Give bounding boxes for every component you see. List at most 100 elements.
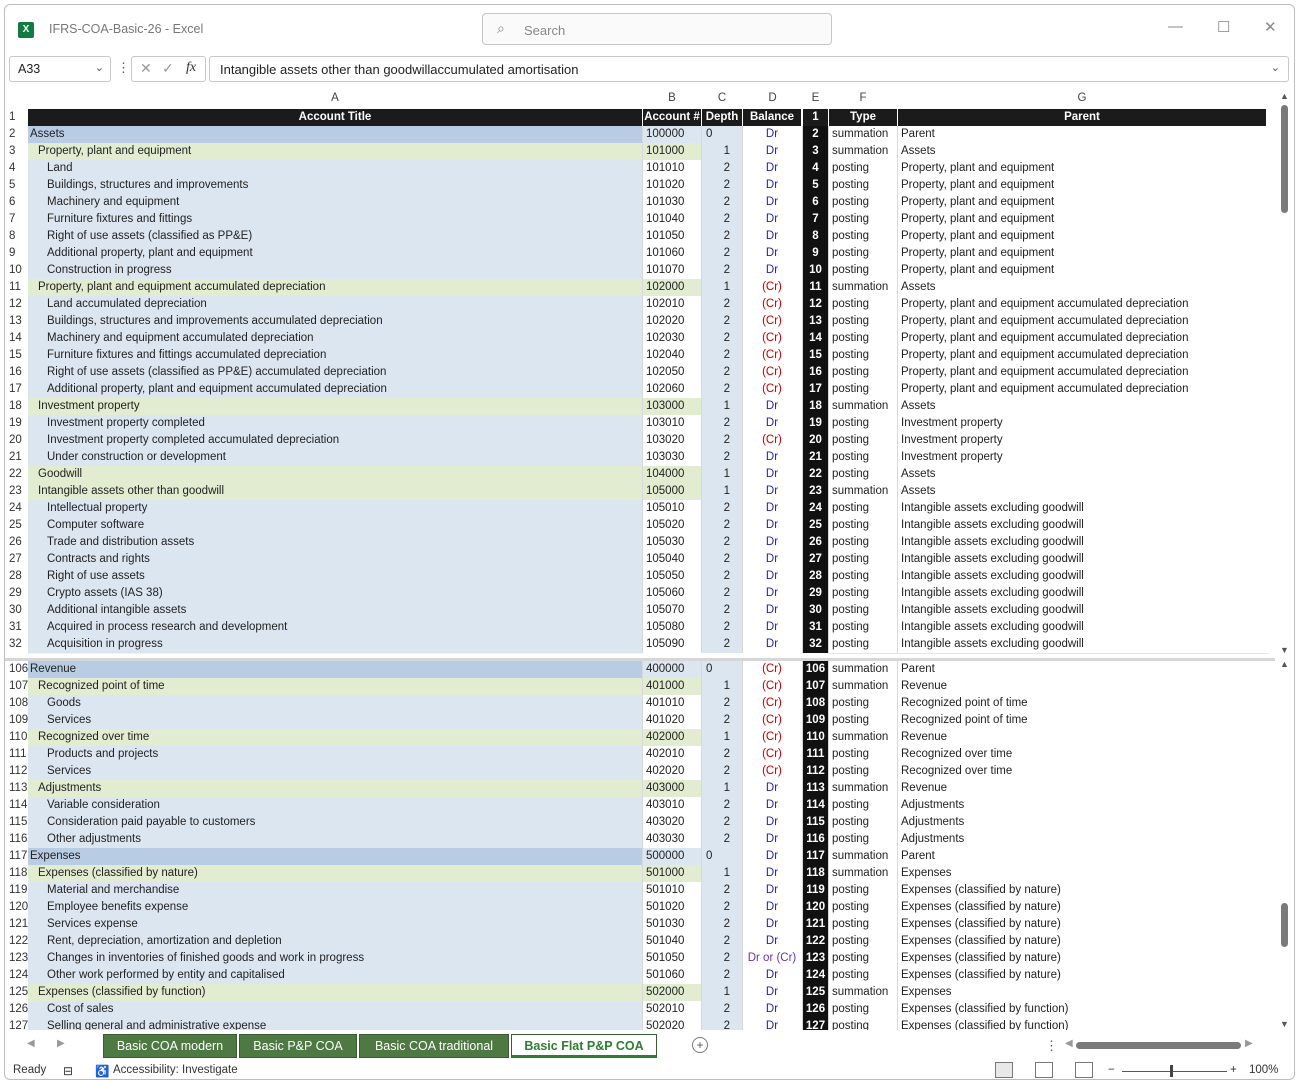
accessibility-icon[interactable]: ♿ (95, 1064, 109, 1078)
account-number-cell[interactable]: 105070 (643, 602, 704, 619)
type-cell[interactable]: posting (829, 364, 900, 382)
e-cell[interactable]: 12 (803, 296, 828, 313)
parent-cell[interactable]: Expenses (classified by nature) (898, 950, 1269, 968)
e-cell[interactable]: 22 (803, 466, 828, 483)
zoom-slider-thumb[interactable] (1170, 1065, 1173, 1077)
account-title-cell[interactable]: Cost of sales (28, 1001, 642, 1019)
depth-cell[interactable]: 1 (702, 143, 742, 160)
type-cell[interactable]: posting (829, 882, 900, 900)
scroll-down-icon[interactable]: ▼ (1280, 645, 1289, 655)
accessibility-status[interactable]: Accessibility: Investigate (113, 1064, 238, 1076)
balance-cell[interactable]: Dr (743, 415, 801, 432)
depth-cell[interactable]: 2 (702, 364, 742, 381)
header-e[interactable]: 1 (803, 109, 828, 126)
type-cell[interactable]: posting (829, 262, 900, 280)
account-title-cell[interactable]: Furniture fixtures and fittings (28, 211, 642, 229)
type-cell[interactable]: posting (829, 296, 900, 314)
account-number-cell[interactable]: 102060 (643, 381, 704, 398)
type-cell[interactable]: posting (829, 415, 900, 433)
parent-cell[interactable]: Expenses (classified by nature) (898, 899, 1269, 917)
type-cell[interactable]: posting (829, 160, 900, 178)
account-title-cell[interactable]: Variable consideration (28, 797, 642, 815)
type-cell[interactable]: posting (829, 449, 900, 467)
account-number-cell[interactable]: 403010 (643, 797, 704, 814)
depth-cell[interactable]: 2 (702, 313, 742, 330)
depth-cell[interactable]: 2 (702, 933, 742, 950)
header-account-number[interactable]: Account # (643, 109, 701, 126)
tab-prev-icon[interactable]: ◀ (27, 1038, 35, 1049)
balance-cell[interactable]: Dr (743, 797, 801, 814)
depth-cell[interactable]: 2 (702, 551, 742, 568)
parent-cell[interactable]: Intangible assets excluding goodwill (898, 551, 1269, 569)
balance-cell[interactable]: Dr (743, 177, 801, 194)
account-title-cell[interactable]: Additional property, plant and equipment (28, 245, 642, 263)
account-title-cell[interactable]: Machinery and equipment (28, 194, 642, 212)
account-title-cell[interactable]: Additional property, plant and equipment… (28, 381, 642, 399)
balance-cell[interactable]: (Cr) (743, 746, 801, 763)
account-title-cell[interactable]: Services (28, 763, 642, 781)
account-number-cell[interactable]: 105040 (643, 551, 704, 568)
balance-cell[interactable]: (Cr) (743, 279, 801, 296)
account-title-cell[interactable]: Buildings, structures and improvements a… (28, 313, 642, 331)
balance-cell[interactable]: Dr (743, 262, 801, 279)
e-cell[interactable]: 6 (803, 194, 828, 211)
minimize-icon[interactable]: — (1168, 18, 1183, 35)
account-title-cell[interactable]: Selling general and administrative expen… (28, 1018, 642, 1030)
parent-cell[interactable]: Expenses (classified by function) (898, 1001, 1269, 1019)
type-cell[interactable]: posting (829, 712, 900, 730)
e-cell[interactable]: 21 (803, 449, 828, 466)
account-number-cell[interactable]: 101040 (643, 211, 704, 228)
macro-record-icon[interactable]: ⊟ (63, 1064, 73, 1078)
parent-cell[interactable]: Parent (898, 126, 1269, 144)
scroll-thumb[interactable] (1281, 105, 1288, 213)
account-number-cell[interactable]: 105090 (643, 636, 704, 653)
parent-cell[interactable]: Expenses (898, 865, 1269, 883)
type-cell[interactable]: posting (829, 347, 900, 365)
type-cell[interactable]: summation (829, 848, 900, 866)
e-cell[interactable]: 110 (803, 729, 828, 746)
account-title-cell[interactable]: Property, plant and equipment (28, 143, 642, 161)
depth-cell[interactable]: 1 (702, 678, 742, 695)
cancel-icon[interactable]: ✕ (140, 60, 152, 77)
search-box[interactable]: ⌕ Search (482, 13, 832, 45)
depth-cell[interactable]: 2 (702, 160, 742, 177)
account-title-cell[interactable]: Contracts and rights (28, 551, 642, 569)
balance-cell[interactable]: (Cr) (743, 296, 801, 313)
fx-icon[interactable]: fx (186, 60, 196, 76)
account-number-cell[interactable]: 102010 (643, 296, 704, 313)
depth-cell[interactable]: 2 (702, 228, 742, 245)
e-cell[interactable]: 9 (803, 245, 828, 262)
close-icon[interactable]: ✕ (1264, 18, 1277, 36)
depth-cell[interactable]: 2 (702, 636, 742, 653)
column-header-d[interactable]: D (743, 92, 802, 108)
type-cell[interactable]: posting (829, 797, 900, 815)
parent-cell[interactable]: Property, plant and equipment accumulate… (898, 296, 1269, 314)
balance-cell[interactable]: Dr (743, 568, 801, 585)
balance-cell[interactable]: Dr (743, 882, 801, 899)
type-cell[interactable]: summation (829, 398, 900, 416)
e-cell[interactable]: 112 (803, 763, 828, 780)
header-parent[interactable]: Parent (898, 109, 1266, 127)
e-cell[interactable]: 26 (803, 534, 828, 551)
account-number-cell[interactable]: 403000 (643, 780, 704, 797)
account-number-cell[interactable]: 401000 (643, 678, 704, 695)
parent-cell[interactable]: Expenses (898, 984, 1269, 1002)
account-title-cell[interactable]: Other adjustments (28, 831, 642, 849)
depth-cell[interactable]: 2 (702, 585, 742, 602)
parent-cell[interactable]: Property, plant and equipment accumulate… (898, 330, 1269, 348)
maximize-icon[interactable]: ☐ (1217, 18, 1230, 36)
parent-cell[interactable]: Property, plant and equipment (898, 160, 1269, 178)
account-number-cell[interactable]: 402000 (643, 729, 704, 746)
depth-cell[interactable]: 2 (702, 899, 742, 916)
account-number-cell[interactable]: 501000 (643, 865, 704, 882)
parent-cell[interactable]: Property, plant and equipment accumulate… (898, 381, 1269, 399)
type-cell[interactable]: posting (829, 194, 900, 212)
name-box[interactable]: A33 ⌄ (9, 56, 111, 82)
type-cell[interactable]: posting (829, 1001, 900, 1019)
parent-cell[interactable]: Revenue (898, 678, 1269, 696)
e-cell[interactable]: 14 (803, 330, 828, 347)
parent-cell[interactable]: Property, plant and equipment accumulate… (898, 364, 1269, 382)
parent-cell[interactable]: Intangible assets excluding goodwill (898, 602, 1269, 620)
parent-cell[interactable]: Adjustments (898, 831, 1269, 849)
parent-cell[interactable]: Property, plant and equipment (898, 245, 1269, 263)
